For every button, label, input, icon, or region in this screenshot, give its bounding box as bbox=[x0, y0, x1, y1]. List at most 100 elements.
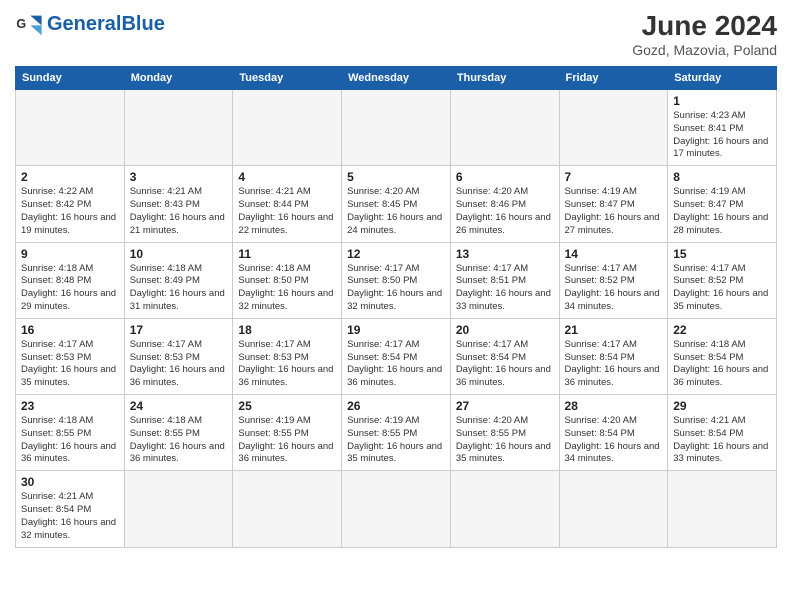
calendar-cell: 9 Sunrise: 4:18 AM Sunset: 8:48 PM Daylig… bbox=[16, 242, 125, 318]
day-number: 3 bbox=[130, 170, 228, 184]
month-year: June 2024 bbox=[632, 10, 777, 42]
day-info: Sunrise: 4:17 AM Sunset: 8:53 PM Dayligh… bbox=[130, 339, 228, 390]
day-info: Sunrise: 4:17 AM Sunset: 8:50 PM Dayligh… bbox=[347, 263, 445, 314]
day-info: Sunrise: 4:20 AM Sunset: 8:55 PM Dayligh… bbox=[456, 415, 554, 466]
calendar-week-row: 2 Sunrise: 4:22 AM Sunset: 8:42 PM Daylig… bbox=[16, 166, 777, 242]
day-info: Sunrise: 4:18 AM Sunset: 8:54 PM Dayligh… bbox=[673, 339, 771, 390]
day-info: Sunrise: 4:18 AM Sunset: 8:48 PM Dayligh… bbox=[21, 263, 119, 314]
day-info: Sunrise: 4:18 AM Sunset: 8:55 PM Dayligh… bbox=[130, 415, 228, 466]
calendar-cell: 4 Sunrise: 4:21 AM Sunset: 8:44 PM Daylig… bbox=[233, 166, 342, 242]
calendar-cell: 23Sunrise: 4:18 AM Sunset: 8:55 PM Dayli… bbox=[16, 395, 125, 471]
calendar-cell bbox=[233, 90, 342, 166]
day-number: 29 bbox=[673, 399, 771, 413]
day-info: Sunrise: 4:23 AM Sunset: 8:41 PM Dayligh… bbox=[673, 110, 771, 161]
day-info: Sunrise: 4:19 AM Sunset: 8:47 PM Dayligh… bbox=[673, 186, 771, 237]
day-info: Sunrise: 4:17 AM Sunset: 8:53 PM Dayligh… bbox=[21, 339, 119, 390]
day-info: Sunrise: 4:18 AM Sunset: 8:49 PM Dayligh… bbox=[130, 263, 228, 314]
calendar-week-row: 30 Sunrise: 4:21 AM Sunset: 8:54 PM Dayli… bbox=[16, 471, 777, 547]
calendar-cell: 29Sunrise: 4:21 AM Sunset: 8:54 PM Dayli… bbox=[668, 395, 777, 471]
calendar-cell: 16Sunrise: 4:17 AM Sunset: 8:53 PM Dayli… bbox=[16, 318, 125, 394]
calendar-cell: 25 Sunrise: 4:19 AM Sunset: 8:55 PM Dayli… bbox=[233, 395, 342, 471]
calendar-cell: 24 Sunrise: 4:18 AM Sunset: 8:55 PM Dayli… bbox=[124, 395, 233, 471]
day-info: Sunrise: 4:19 AM Sunset: 8:47 PM Dayligh… bbox=[565, 186, 663, 237]
day-number: 17 bbox=[130, 323, 228, 337]
calendar-cell: 15 Sunrise: 4:17 AM Sunset: 8:52 PM Dayli… bbox=[668, 242, 777, 318]
day-info: Sunrise: 4:21 AM Sunset: 8:44 PM Dayligh… bbox=[238, 186, 336, 237]
calendar-cell bbox=[342, 471, 451, 547]
calendar-cell bbox=[124, 90, 233, 166]
calendar-cell: 2 Sunrise: 4:22 AM Sunset: 8:42 PM Daylig… bbox=[16, 166, 125, 242]
logo-icon: G bbox=[15, 10, 43, 38]
day-number: 2 bbox=[21, 170, 119, 184]
day-number: 4 bbox=[238, 170, 336, 184]
calendar-cell: 17 Sunrise: 4:17 AM Sunset: 8:53 PM Dayli… bbox=[124, 318, 233, 394]
page-header: G GeneralBlue June 2024 Gozd, Mazovia, P… bbox=[15, 10, 777, 58]
day-number: 1 bbox=[673, 94, 771, 108]
day-info: Sunrise: 4:20 AM Sunset: 8:45 PM Dayligh… bbox=[347, 186, 445, 237]
day-number: 15 bbox=[673, 247, 771, 261]
day-info: Sunrise: 4:18 AM Sunset: 8:50 PM Dayligh… bbox=[238, 263, 336, 314]
calendar-week-row: 1 Sunrise: 4:23 AM Sunset: 8:41 PM Daylig… bbox=[16, 90, 777, 166]
day-number: 24 bbox=[130, 399, 228, 413]
calendar-week-row: 9 Sunrise: 4:18 AM Sunset: 8:48 PM Daylig… bbox=[16, 242, 777, 318]
calendar-cell: 14 Sunrise: 4:17 AM Sunset: 8:52 PM Dayli… bbox=[559, 242, 668, 318]
day-number: 12 bbox=[347, 247, 445, 261]
day-number: 9 bbox=[21, 247, 119, 261]
day-info: Sunrise: 4:20 AM Sunset: 8:54 PM Dayligh… bbox=[565, 415, 663, 466]
day-info: Sunrise: 4:17 AM Sunset: 8:53 PM Dayligh… bbox=[238, 339, 336, 390]
day-info: Sunrise: 4:17 AM Sunset: 8:54 PM Dayligh… bbox=[565, 339, 663, 390]
day-number: 14 bbox=[565, 247, 663, 261]
calendar-cell: 11Sunrise: 4:18 AM Sunset: 8:50 PM Dayli… bbox=[233, 242, 342, 318]
day-number: 8 bbox=[673, 170, 771, 184]
calendar-cell bbox=[342, 90, 451, 166]
day-number: 5 bbox=[347, 170, 445, 184]
day-info: Sunrise: 4:21 AM Sunset: 8:43 PM Dayligh… bbox=[130, 186, 228, 237]
day-number: 28 bbox=[565, 399, 663, 413]
calendar-cell: 30 Sunrise: 4:21 AM Sunset: 8:54 PM Dayli… bbox=[16, 471, 125, 547]
calendar-cell: 20Sunrise: 4:17 AM Sunset: 8:54 PM Dayli… bbox=[450, 318, 559, 394]
calendar-cell: 13Sunrise: 4:17 AM Sunset: 8:51 PM Dayli… bbox=[450, 242, 559, 318]
day-info: Sunrise: 4:21 AM Sunset: 8:54 PM Dayligh… bbox=[21, 491, 119, 542]
title-block: June 2024 Gozd, Mazovia, Poland bbox=[632, 10, 777, 58]
day-number: 27 bbox=[456, 399, 554, 413]
calendar-cell: 26 Sunrise: 4:19 AM Sunset: 8:55 PM Dayli… bbox=[342, 395, 451, 471]
day-number: 10 bbox=[130, 247, 228, 261]
calendar-cell: 12 Sunrise: 4:17 AM Sunset: 8:50 PM Dayli… bbox=[342, 242, 451, 318]
day-number: 26 bbox=[347, 399, 445, 413]
logo: G GeneralBlue bbox=[15, 10, 165, 38]
day-info: Sunrise: 4:17 AM Sunset: 8:52 PM Dayligh… bbox=[565, 263, 663, 314]
calendar-cell: 21Sunrise: 4:17 AM Sunset: 8:54 PM Dayli… bbox=[559, 318, 668, 394]
day-info: Sunrise: 4:20 AM Sunset: 8:46 PM Dayligh… bbox=[456, 186, 554, 237]
calendar-cell bbox=[233, 471, 342, 547]
day-info: Sunrise: 4:17 AM Sunset: 8:51 PM Dayligh… bbox=[456, 263, 554, 314]
calendar-header-tuesday: Tuesday bbox=[233, 67, 342, 90]
day-number: 30 bbox=[21, 475, 119, 489]
calendar-header-saturday: Saturday bbox=[668, 67, 777, 90]
calendar-cell: 10 Sunrise: 4:18 AM Sunset: 8:49 PM Dayli… bbox=[124, 242, 233, 318]
calendar-cell: 3 Sunrise: 4:21 AM Sunset: 8:43 PM Daylig… bbox=[124, 166, 233, 242]
day-number: 22 bbox=[673, 323, 771, 337]
day-info: Sunrise: 4:17 AM Sunset: 8:54 PM Dayligh… bbox=[347, 339, 445, 390]
day-info: Sunrise: 4:22 AM Sunset: 8:42 PM Dayligh… bbox=[21, 186, 119, 237]
day-info: Sunrise: 4:17 AM Sunset: 8:52 PM Dayligh… bbox=[673, 263, 771, 314]
day-number: 23 bbox=[21, 399, 119, 413]
day-number: 6 bbox=[456, 170, 554, 184]
logo-blue-text: Blue bbox=[121, 13, 164, 35]
calendar-header-row: SundayMondayTuesdayWednesdayThursdayFrid… bbox=[16, 67, 777, 90]
day-info: Sunrise: 4:19 AM Sunset: 8:55 PM Dayligh… bbox=[347, 415, 445, 466]
day-number: 25 bbox=[238, 399, 336, 413]
logo-general-text: GeneralBlue bbox=[47, 13, 165, 35]
calendar-cell: 5 Sunrise: 4:20 AM Sunset: 8:45 PM Daylig… bbox=[342, 166, 451, 242]
calendar-cell bbox=[668, 471, 777, 547]
calendar-header-thursday: Thursday bbox=[450, 67, 559, 90]
calendar-cell: 19Sunrise: 4:17 AM Sunset: 8:54 PM Dayli… bbox=[342, 318, 451, 394]
calendar-cell: 27 Sunrise: 4:20 AM Sunset: 8:55 PM Dayli… bbox=[450, 395, 559, 471]
day-number: 7 bbox=[565, 170, 663, 184]
location: Gozd, Mazovia, Poland bbox=[632, 42, 777, 58]
calendar-week-row: 23 Sunrise: 4:18 AM Sunset: 8:55 PM Dayli… bbox=[16, 395, 777, 471]
day-info: Sunrise: 4:19 AM Sunset: 8:55 PM Dayligh… bbox=[238, 415, 336, 466]
calendar-cell bbox=[450, 90, 559, 166]
calendar-cell: 6 Sunrise: 4:20 AM Sunset: 8:46 PM Daylig… bbox=[450, 166, 559, 242]
calendar-cell bbox=[559, 90, 668, 166]
day-number: 18 bbox=[238, 323, 336, 337]
